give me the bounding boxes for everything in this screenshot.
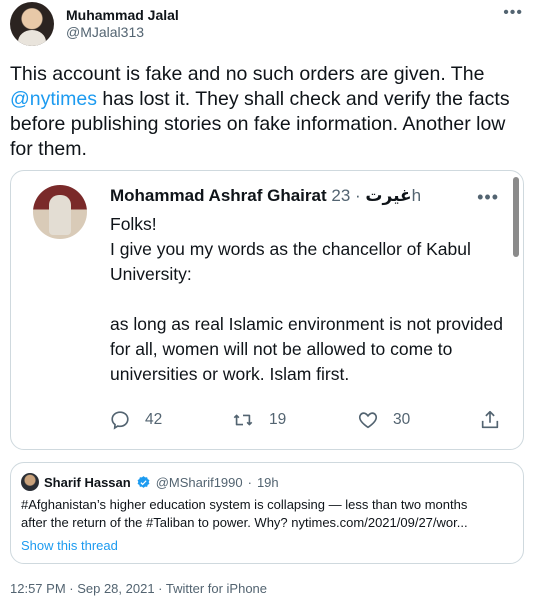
reply-count: 42 [145,411,163,428]
embed-text: Folks! I give you my words as the chance… [110,214,503,384]
embed-header: Mohammad Ashraf Ghairat غیرت · 23h [110,186,421,206]
quote-text: #Afghanistan’s higher education system i… [21,496,511,532]
mention-link[interactable]: @nytimes [10,88,97,110]
quote-header: Sharif Hassan @MSharif1990 · 19h [21,473,279,491]
like-button[interactable]: 30 [357,409,410,431]
scrollbar[interactable] [513,177,519,257]
embed-author-name[interactable]: Mohammad Ashraf Ghairat [110,186,327,205]
show-thread-link[interactable]: Show this thread [21,538,118,553]
retweet-button[interactable]: 19 [231,409,286,431]
embedded-tweet[interactable]: Mohammad Ashraf Ghairat غیرت · 23h ••• F… [10,170,524,450]
tweet-text-start: This account is fake and no such orders … [10,63,485,85]
retweet-count: 19 [269,411,287,428]
embed-more-icon[interactable]: ••• [477,187,499,208]
quote-author-handle[interactable]: @MSharif1990 [156,475,243,490]
like-icon [358,412,378,429]
embed-avatar[interactable] [33,185,87,239]
tweet-text: This account is fake and no such orders … [10,62,525,162]
share-icon [481,410,499,429]
quoted-tweet[interactable]: Sharif Hassan @MSharif1990 · 19h #Afghan… [10,462,524,564]
quote-avatar[interactable] [21,473,39,491]
author-name[interactable]: Muhammad Jalal [66,7,179,23]
quote-text-line: #Afghanistan’s higher education system i… [21,497,468,512]
action-bar: 42 19 30 [109,409,509,439]
author-handle[interactable]: @MJalal313 [66,24,144,40]
more-icon[interactable]: ••• [503,4,523,22]
like-count: 30 [393,411,411,428]
quote-time[interactable]: 19h [257,475,279,490]
embed-author-name-arabic[interactable]: غیرت [365,186,411,205]
author-avatar[interactable] [10,2,54,46]
tweet-timestamp[interactable]: 12:57 PM · Sep 28, 2021 · Twitter for iP… [10,581,267,596]
quote-separator: · [247,474,252,490]
share-button[interactable] [479,409,501,431]
tweet-author: Muhammad Jalal @MJalal313 ••• [10,2,525,48]
quote-text-line: after the return of the #Taliban to powe… [21,515,468,530]
verified-icon [137,475,150,488]
reply-button[interactable]: 42 [109,409,162,431]
retweet-icon [233,414,253,426]
reply-icon [111,411,129,430]
quote-author-name[interactable]: Sharif Hassan [44,475,131,490]
